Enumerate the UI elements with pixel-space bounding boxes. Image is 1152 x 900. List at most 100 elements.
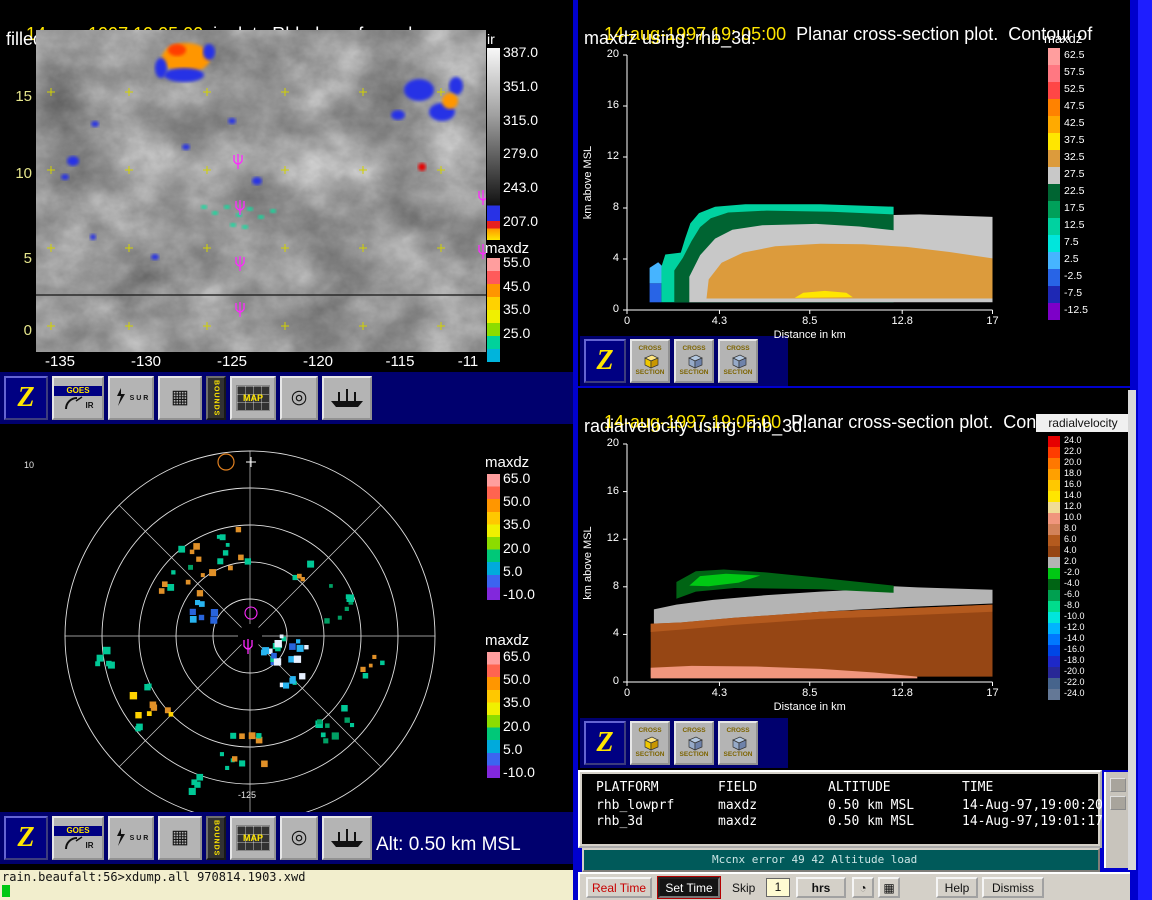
cube-icon	[641, 353, 659, 369]
y-tick-label: 8	[595, 201, 619, 213]
help-button[interactable]: Help	[936, 877, 978, 898]
svg-text:10: 10	[24, 460, 34, 470]
background-message-window[interactable]: Mccnx error 49 42 Altitude load	[582, 848, 1100, 872]
y-tick-label: 20	[595, 48, 619, 60]
x-tick-label: 17	[975, 315, 1011, 327]
colorbar-label: 207.0	[503, 213, 538, 229]
colorbar-label: 2.5	[1064, 253, 1079, 265]
grid-button[interactable]: ▦	[158, 376, 202, 420]
colorbar-label: 65.0	[503, 648, 530, 664]
hrs-button[interactable]: hrs	[796, 877, 846, 898]
y-axis-title: km above MSL	[582, 55, 594, 310]
grid-button[interactable]: ▦	[158, 816, 202, 860]
ir-satellite-image[interactable]	[36, 30, 486, 352]
colorbar-label: 4.0	[1064, 545, 1077, 555]
scroll-up-button[interactable]	[1110, 778, 1126, 792]
map-grid-icon: MAP	[236, 825, 270, 851]
colorbar-label: 243.0	[503, 179, 538, 195]
colorbar-label: 5.0	[503, 563, 522, 579]
map-button[interactable]: MAP	[230, 376, 276, 420]
zebra-logo-button[interactable]: Z	[584, 721, 626, 765]
goes-ir-button[interactable]: GOESIR	[52, 816, 104, 860]
cross-section-button-active[interactable]: CROSSSECTION	[630, 339, 670, 383]
y-tick-label: 0	[6, 322, 32, 339]
satellite-dish-icon	[63, 836, 85, 850]
rings-button[interactable]: ◎	[280, 376, 318, 420]
rings-button[interactable]: ◎	[280, 816, 318, 860]
colorbar-label: 47.5	[1064, 100, 1084, 112]
surveillance-button[interactable]: S U R	[108, 816, 154, 860]
colorbar-label: 55.0	[503, 254, 530, 270]
window-scrollbar[interactable]	[1104, 772, 1130, 868]
colorbar-label: 17.5	[1064, 202, 1084, 214]
colorbar-label: -2.5	[1064, 270, 1082, 282]
ir-map-toolbar: ZGOESIRS U R▦BOUNDSMAP ◎	[0, 372, 573, 424]
cube-icon	[685, 353, 703, 369]
colorbar-label: -2.0	[1064, 567, 1080, 577]
cross-section-button-2[interactable]: CROSSSECTION	[718, 339, 758, 383]
set-time-button[interactable]: Set Time	[658, 877, 720, 898]
x-tick-label: 12.8	[884, 687, 920, 699]
x-tick-label: 8.5	[792, 315, 828, 327]
colorbar-label: 7.5	[1064, 236, 1079, 248]
time-control-bar: Real Time Set Time Skip 1 hrs ◔ ▦ Help D…	[578, 872, 1130, 900]
cross-section-button-2[interactable]: CROSSSECTION	[718, 721, 758, 765]
skip-label: Skip	[732, 881, 755, 895]
ppi-panel: 14-aug-1997,19:05:00 maxdz plot. maxdz p…	[0, 424, 573, 870]
ppi-radar-display[interactable]: 10 -125	[0, 450, 480, 812]
colorbar-label: 279.0	[503, 145, 538, 161]
colorbar-label: 14.0	[1064, 490, 1082, 500]
ship-button[interactable]	[322, 376, 372, 420]
status-table-header: PLATFORM	[596, 780, 659, 795]
velocity-cross-section-plot[interactable]	[594, 438, 1024, 690]
skip-input[interactable]: 1	[766, 878, 790, 897]
calendar-button[interactable]: ▦	[878, 877, 900, 898]
bounds-button[interactable]: BOUNDS	[206, 376, 226, 420]
svg-text:-125: -125	[238, 790, 256, 800]
cube-icon	[729, 353, 747, 369]
cross-section-button-1[interactable]: CROSSSECTION	[674, 721, 714, 765]
zebra-logo-button[interactable]: Z	[4, 816, 48, 860]
colorbar-label: 24.0	[1064, 435, 1082, 445]
dismiss-button[interactable]: Dismiss	[982, 877, 1044, 898]
colorbar-label: 35.0	[503, 516, 530, 532]
x-axis-title: Distance in km	[765, 329, 855, 341]
ship-button[interactable]	[322, 816, 372, 860]
colorbar-label: 52.5	[1064, 83, 1084, 95]
colorbar-label: 16.0	[1064, 479, 1082, 489]
altitude-label: Alt: 0.50 km MSL	[376, 834, 521, 856]
ir-map-panel: 14-aug-1997,19:05:00 ir plot. Rhb_lowprf…	[0, 0, 573, 424]
colorbar-title: maxdz	[485, 454, 529, 471]
zebra-logo-button[interactable]: Z	[584, 339, 626, 383]
cross-section-button-1[interactable]: CROSSSECTION	[674, 339, 714, 383]
bounds-button[interactable]: BOUNDS	[206, 816, 226, 860]
rings-icon: ◎	[291, 388, 308, 408]
colorbar-label: 32.5	[1064, 151, 1084, 163]
colorbar-label: 37.5	[1064, 134, 1084, 146]
colorbar	[487, 474, 500, 600]
status-table-header: TIME	[962, 780, 993, 795]
status-table-cell: 14-Aug-97,19:01:17	[962, 814, 1103, 829]
terminal-strip[interactable]: rain.beaufalt:56>xdump.all 970814.1903.x…	[0, 870, 573, 900]
scroll-down-button[interactable]	[1110, 796, 1126, 810]
map-button[interactable]: MAP	[230, 816, 276, 860]
x-tick-label: -125	[210, 353, 254, 370]
surveillance-button[interactable]: S U R	[108, 376, 154, 420]
colorbar-label: 57.5	[1064, 66, 1084, 78]
goes-ir-button[interactable]: GOESIR	[52, 376, 104, 420]
y-tick-label: 15	[6, 88, 32, 105]
colorbar-label: 12.0	[1064, 501, 1082, 511]
clock-button[interactable]: ◔	[852, 877, 874, 898]
colorbar-title: maxdz	[1044, 31, 1082, 46]
status-table-cell: maxdz	[718, 814, 757, 829]
window-edge	[1128, 390, 1136, 870]
real-time-button[interactable]: Real Time	[586, 877, 652, 898]
y-axis-title: km above MSL	[582, 444, 594, 682]
cross-section-button-active[interactable]: CROSSSECTION	[630, 721, 670, 765]
colorbar	[487, 652, 500, 778]
colorbar-label: 351.0	[503, 78, 538, 94]
zebra-logo-button[interactable]: Z	[4, 376, 48, 420]
colorbar-label: 387.0	[503, 44, 538, 60]
colorbar-title: ir	[487, 31, 495, 47]
maxdz-cross-section-plot[interactable]	[594, 48, 1024, 324]
